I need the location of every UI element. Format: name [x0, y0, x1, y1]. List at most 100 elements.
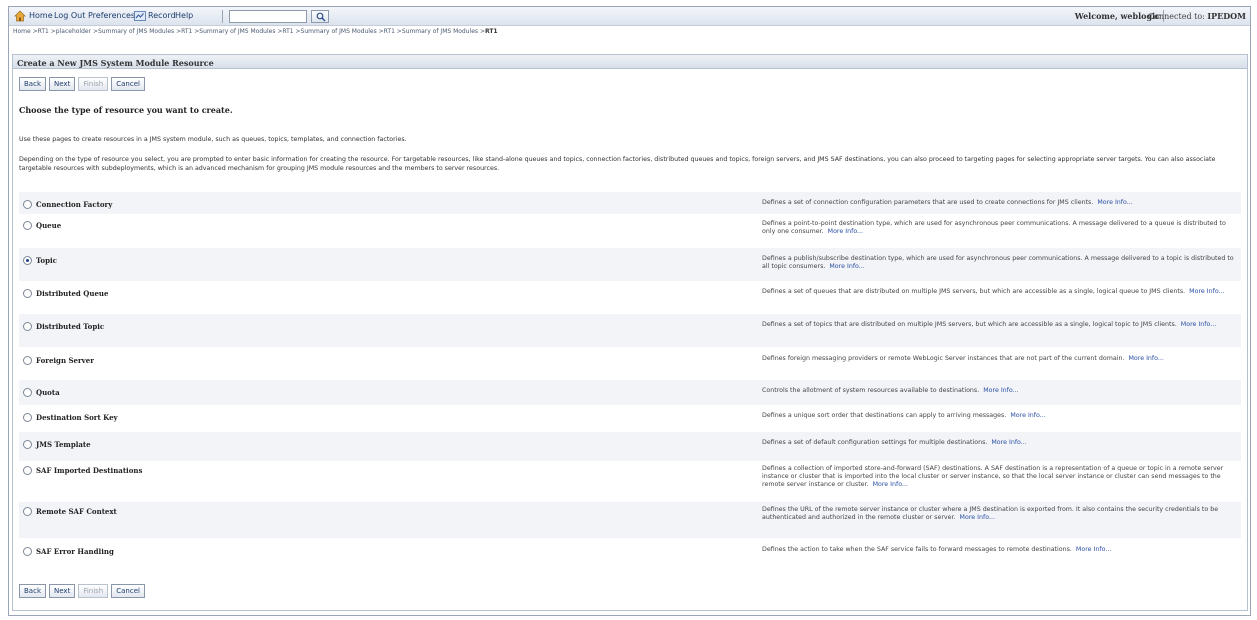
resource-option-row[interactable]: JMS Template Defines a set of default con…: [19, 432, 1241, 461]
resource-option-label[interactable]: Distributed Queue: [36, 289, 108, 298]
resource-option-row[interactable]: Topic Defines a publish/subscribe destina…: [19, 248, 1241, 281]
resource-radio[interactable]: [23, 440, 32, 449]
resource-option[interactable]: Destination Sort Key: [23, 413, 118, 422]
resource-option-label[interactable]: SAF Error Handling: [36, 547, 114, 556]
connected-label: Connected to:: [1148, 12, 1205, 21]
resource-radio[interactable]: [23, 466, 32, 475]
resource-option-description: Defines the action to take when the SAF …: [762, 546, 1240, 554]
resource-option-label[interactable]: Topic: [36, 256, 57, 265]
resource-radio[interactable]: [23, 200, 32, 209]
more-info-link[interactable]: More Info...: [1189, 288, 1224, 295]
resource-option-row[interactable]: Foreign Server Defines foreign messaging …: [19, 347, 1241, 380]
more-info-link[interactable]: More Info...: [991, 439, 1026, 446]
next-button[interactable]: Next: [49, 77, 76, 91]
resource-option[interactable]: Distributed Queue: [23, 289, 108, 298]
resource-option[interactable]: Connection Factory: [23, 200, 112, 209]
resource-option[interactable]: Foreign Server: [23, 356, 94, 365]
resource-option[interactable]: Topic: [23, 256, 57, 265]
resource-option-label[interactable]: Foreign Server: [36, 356, 94, 365]
home-link[interactable]: Home: [29, 11, 53, 20]
resource-option[interactable]: SAF Error Handling: [23, 547, 114, 556]
resource-option-row[interactable]: SAF Error Handling Defines the action to …: [19, 538, 1241, 568]
resource-radio[interactable]: [23, 322, 32, 331]
resource-option-row[interactable]: SAF Imported Destinations Defines a colle…: [19, 461, 1241, 502]
description-text: Defines foreign messaging providers or r…: [762, 355, 1125, 362]
resource-option-description: Defines the URL of the remote server ins…: [762, 506, 1240, 522]
search-icon: [316, 12, 326, 22]
search-input[interactable]: [229, 10, 307, 23]
panel-title: Create a New JMS System Module Resource: [13, 55, 1247, 69]
resource-option-row[interactable]: Remote SAF Context Defines the URL of the…: [19, 502, 1241, 538]
back-button[interactable]: Back: [19, 77, 46, 91]
more-info-link[interactable]: More Info...: [1097, 199, 1132, 206]
resource-option-description: Defines a point-to-point destination typ…: [762, 220, 1240, 236]
toolbar-divider: [222, 10, 223, 23]
finish-button-bottom[interactable]: Finish: [78, 584, 109, 598]
preferences-link[interactable]: Preferences: [88, 11, 135, 20]
resource-option-label[interactable]: Quota: [36, 388, 60, 397]
cancel-button-bottom[interactable]: Cancel: [111, 584, 145, 598]
resource-option-description: Defines a collection of imported store-a…: [762, 465, 1240, 489]
more-info-link[interactable]: More Info...: [1128, 355, 1163, 362]
resource-option-row[interactable]: Destination Sort Key Defines a unique sor…: [19, 405, 1241, 432]
detail-text: Depending on the type of resource you se…: [19, 156, 1216, 172]
resource-option-label[interactable]: Connection Factory: [36, 200, 112, 209]
resource-option[interactable]: Distributed Topic: [23, 322, 104, 331]
resource-option-label[interactable]: Remote SAF Context: [36, 507, 117, 516]
more-info-link[interactable]: More Info...: [873, 481, 908, 488]
resource-option-description: Defines a publish/subscribe destination …: [762, 255, 1240, 271]
breadcrumb[interactable]: Home >RT1 >placeholder >Summary of JMS M…: [13, 28, 498, 35]
resource-radio[interactable]: [23, 388, 32, 397]
more-info-link[interactable]: More Info...: [829, 263, 864, 270]
resource-option-row[interactable]: Quota Controls the allotment of system re…: [19, 380, 1241, 405]
connected-status: Connected to: IPEDOM: [1148, 11, 1246, 21]
breadcrumb-trail[interactable]: Home >RT1 >placeholder >Summary of JMS M…: [13, 28, 485, 35]
resource-radio[interactable]: [23, 256, 32, 265]
description-text: Controls the allotment of system resourc…: [762, 387, 980, 394]
resource-option-row[interactable]: Connection Factory Defines a set of conne…: [19, 192, 1241, 214]
description-text: Defines a set of queues that are distrib…: [762, 288, 1186, 295]
resource-option[interactable]: Queue: [23, 221, 61, 230]
description-text: Defines a set of default configuration s…: [762, 439, 988, 446]
help-link[interactable]: Help: [175, 11, 193, 20]
resource-radio[interactable]: [23, 507, 32, 516]
logout-link[interactable]: Log Out: [54, 11, 85, 20]
resource-option[interactable]: Quota: [23, 388, 60, 397]
resource-option[interactable]: Remote SAF Context: [23, 507, 117, 516]
resource-option-row[interactable]: Queue Defines a point-to-point destinatio…: [19, 214, 1241, 248]
resource-radio[interactable]: [23, 356, 32, 365]
cancel-button[interactable]: Cancel: [111, 77, 145, 91]
resource-option-row[interactable]: Distributed Topic Defines a set of topics…: [19, 314, 1241, 347]
more-info-link[interactable]: More Info...: [828, 228, 863, 235]
description-text: Defines a set of connection configuratio…: [762, 199, 1094, 206]
next-button-bottom[interactable]: Next: [49, 584, 76, 598]
record-link[interactable]: Record: [148, 11, 176, 20]
finish-button[interactable]: Finish: [78, 77, 109, 91]
resource-option-description: Defines a set of connection configuratio…: [762, 199, 1240, 207]
resource-option[interactable]: JMS Template: [23, 440, 91, 449]
description-text: Defines a collection of imported store-a…: [762, 465, 1224, 488]
resource-option[interactable]: SAF Imported Destinations: [23, 466, 142, 475]
more-info-link[interactable]: More Info...: [1010, 412, 1045, 419]
more-info-link[interactable]: More Info...: [1076, 546, 1111, 553]
resource-option-row[interactable]: Distributed Queue Defines a set of queues…: [19, 281, 1241, 314]
resource-radio[interactable]: [23, 413, 32, 422]
resource-radio[interactable]: [23, 547, 32, 556]
bottom-button-bar: Back Next Finish Cancel: [19, 584, 145, 598]
more-info-link[interactable]: More Info...: [1181, 321, 1216, 328]
resource-option-description: Defines foreign messaging providers or r…: [762, 355, 1240, 363]
top-button-bar: Back Next Finish Cancel: [19, 77, 145, 91]
resource-option-label[interactable]: JMS Template: [36, 440, 91, 449]
resource-option-label[interactable]: Queue: [36, 221, 61, 230]
resource-radio[interactable]: [23, 289, 32, 298]
resource-radio[interactable]: [23, 221, 32, 230]
resource-option-label[interactable]: Destination Sort Key: [36, 413, 118, 422]
resource-option-label[interactable]: Distributed Topic: [36, 322, 104, 331]
record-icon[interactable]: [134, 11, 146, 21]
resource-option-label[interactable]: SAF Imported Destinations: [36, 466, 142, 475]
more-info-link[interactable]: More Info...: [983, 387, 1018, 394]
home-icon[interactable]: [14, 10, 26, 22]
more-info-link[interactable]: More Info...: [960, 514, 995, 521]
search-button[interactable]: [311, 10, 329, 23]
back-button-bottom[interactable]: Back: [19, 584, 46, 598]
